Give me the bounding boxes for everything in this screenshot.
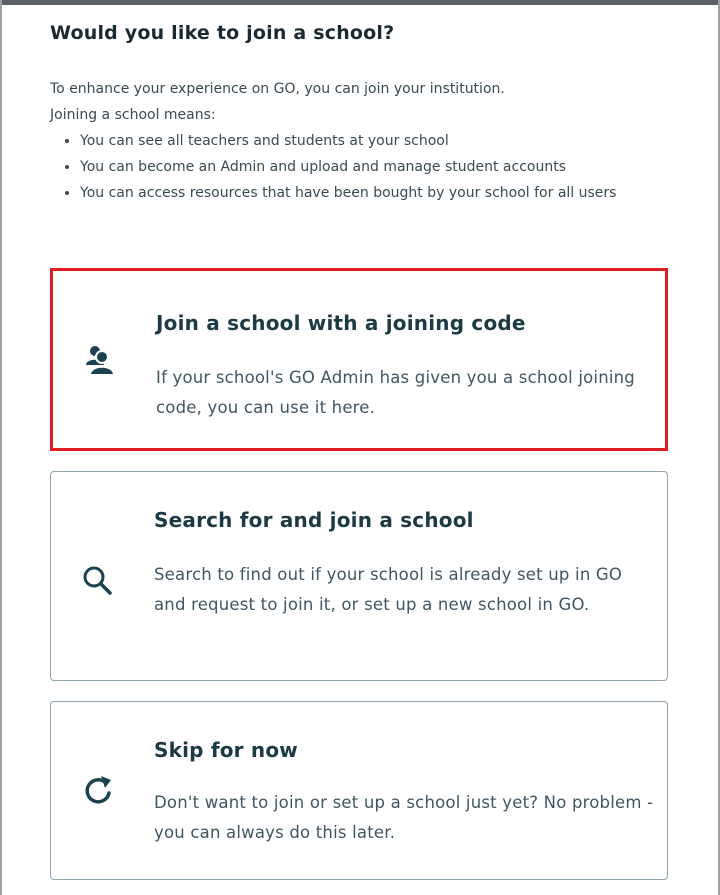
intro-section: Would you like to join a school? To enha…: [50, 22, 670, 206]
page-title: Would you like to join a school?: [50, 22, 395, 44]
option-description: If your school's GO Admin has given you …: [156, 368, 635, 417]
intro-line: Joining a school means:: [50, 107, 216, 123]
option-title: Join a school with a joining code: [156, 311, 526, 335]
window-left-border: [0, 0, 2, 895]
benefits-list: You can see all teachers and students at…: [50, 128, 670, 206]
refresh-icon: [79, 772, 117, 810]
option-description: Search to find out if your school is alr…: [154, 565, 623, 614]
list-item: You can see all teachers and students at…: [80, 128, 670, 154]
people-icon: [81, 343, 119, 381]
search-and-join-option[interactable]: Search for and join a school Search to f…: [50, 471, 668, 681]
intro-text: To enhance your experience on GO, you ca…: [50, 76, 670, 206]
join-with-code-option[interactable]: Join a school with a joining code If you…: [50, 268, 668, 451]
list-item: You can become an Admin and upload and m…: [80, 154, 670, 180]
window-top-border: [0, 0, 720, 5]
list-item: You can access resources that have been …: [80, 180, 670, 206]
option-title: Skip for now: [154, 738, 298, 762]
option-description: Don't want to join or set up a school ju…: [154, 793, 654, 842]
search-icon: [79, 562, 117, 600]
option-title: Search for and join a school: [154, 508, 474, 532]
skip-for-now-option[interactable]: Skip for now Don't want to join or set u…: [50, 701, 668, 880]
intro-line: To enhance your experience on GO, you ca…: [50, 81, 505, 97]
